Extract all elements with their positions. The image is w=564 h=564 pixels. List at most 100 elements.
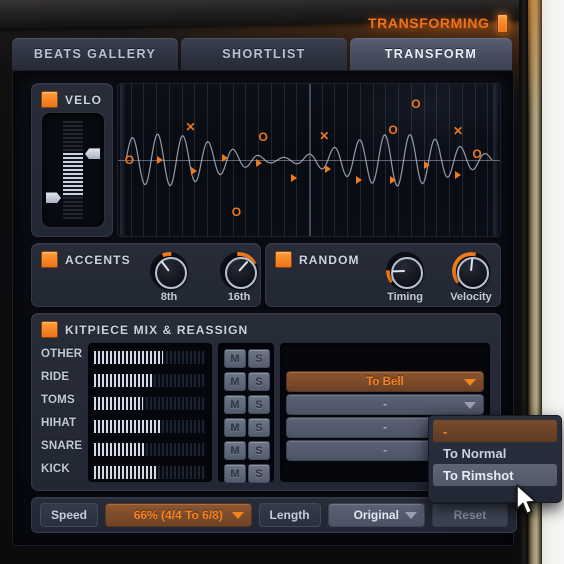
kitpiece-level-meter[interactable] bbox=[94, 420, 206, 433]
kitpiece-level-meter[interactable] bbox=[94, 466, 206, 479]
reassign-value: - bbox=[383, 444, 387, 457]
solo-button[interactable]: S bbox=[248, 372, 270, 391]
knob-velocity[interactable]: Velocity bbox=[444, 252, 498, 303]
tab-transform[interactable]: TRANSFORM bbox=[350, 38, 512, 70]
mute-button[interactable]: M bbox=[224, 464, 246, 483]
accents-title: ACCENTS bbox=[65, 252, 131, 267]
marker-circle[interactable]: O bbox=[411, 98, 420, 110]
marker-circle[interactable]: O bbox=[472, 148, 481, 160]
solo-button[interactable]: S bbox=[248, 418, 270, 437]
marker-circle[interactable]: O bbox=[125, 154, 134, 166]
marker-circle[interactable]: O bbox=[258, 131, 267, 143]
knob-8th[interactable]: 8th bbox=[142, 252, 196, 303]
marker-triangle[interactable] bbox=[290, 174, 297, 183]
chevron-down-icon bbox=[464, 378, 476, 386]
chevron-down-icon bbox=[464, 401, 476, 409]
reassign-value: - bbox=[383, 421, 387, 434]
mute-button[interactable]: M bbox=[224, 349, 246, 368]
kitpiece-row-label: SNARE bbox=[41, 439, 83, 452]
marker-triangle[interactable] bbox=[191, 166, 198, 175]
tab-beats-gallery[interactable]: BEATS GALLERY bbox=[12, 38, 178, 70]
marker-triangle[interactable] bbox=[424, 160, 431, 169]
length-value: Original bbox=[353, 508, 399, 522]
reassign-dropdown[interactable]: - bbox=[286, 394, 484, 415]
velo-enable-checkbox[interactable] bbox=[41, 91, 58, 108]
marker-triangle[interactable] bbox=[355, 175, 362, 184]
knob-16th[interactable]: 16th bbox=[212, 252, 266, 303]
reassign-dropdown[interactable]: To Bell bbox=[286, 371, 484, 392]
marker-triangle[interactable] bbox=[157, 156, 164, 164]
marker-cross[interactable]: ✕ bbox=[319, 130, 329, 142]
length-dropdown[interactable]: Original bbox=[327, 503, 425, 527]
velo-group: VELO bbox=[31, 83, 113, 237]
knob-8th-dial[interactable] bbox=[150, 252, 188, 290]
marker-cross[interactable]: ✕ bbox=[453, 125, 463, 137]
marker-triangle[interactable] bbox=[325, 165, 332, 174]
knob-timing[interactable]: Timing bbox=[378, 252, 432, 303]
mute-button[interactable]: M bbox=[224, 372, 246, 391]
kitpiece-row-label: KICK bbox=[41, 462, 70, 475]
velo-lower-handle[interactable] bbox=[46, 192, 61, 204]
right-rail-glow bbox=[528, 0, 543, 114]
solo-button[interactable]: S bbox=[248, 349, 270, 368]
menu-item-none[interactable]: - bbox=[433, 420, 557, 442]
accents-group: ACCENTS 8th 16th bbox=[31, 243, 261, 307]
mute-button[interactable]: M bbox=[224, 418, 246, 437]
velo-upper-handle[interactable] bbox=[85, 148, 100, 160]
length-label: Length bbox=[258, 503, 321, 527]
random-group: RANDOM Timing Velocity bbox=[265, 243, 501, 307]
kitpiece-level-meter[interactable] bbox=[94, 374, 206, 387]
mute-button[interactable]: M bbox=[224, 441, 246, 460]
display-center-line bbox=[118, 160, 500, 161]
marker-circle[interactable]: O bbox=[388, 124, 397, 136]
plugin-window: TRANSFORMING BEATS GALLERY SHORTLIST TRA… bbox=[0, 0, 564, 564]
kitpiece-mute-solo: MSMSMSMSMSMS bbox=[217, 342, 275, 483]
marker-triangle[interactable] bbox=[221, 154, 228, 163]
tab-shortlist[interactable]: SHORTLIST bbox=[181, 38, 347, 70]
speed-value: 66% (4/4 To 6/8) bbox=[133, 508, 223, 522]
marker-triangle[interactable] bbox=[390, 175, 397, 184]
solo-button[interactable]: S bbox=[248, 441, 270, 460]
marker-triangle[interactable] bbox=[454, 171, 461, 180]
random-header: RANDOM bbox=[275, 251, 360, 268]
accents-header: ACCENTS bbox=[41, 251, 131, 268]
knob-timing-dial[interactable] bbox=[386, 252, 424, 290]
mute-button[interactable]: M bbox=[224, 395, 246, 414]
menu-item-to-rimshot[interactable]: To Rimshot bbox=[433, 464, 557, 486]
solo-button[interactable]: S bbox=[248, 464, 270, 483]
kitpiece-level-meter[interactable] bbox=[94, 351, 206, 364]
meter-fill bbox=[94, 466, 158, 479]
kitpiece-level-meter[interactable] bbox=[94, 443, 206, 456]
speed-chevron-down-icon bbox=[231, 512, 244, 519]
transforming-status: TRANSFORMING bbox=[368, 12, 508, 34]
meter-fill bbox=[94, 443, 146, 456]
accents-enable-checkbox[interactable] bbox=[41, 251, 58, 268]
meter-fill bbox=[94, 351, 164, 364]
menu-item-to-normal[interactable]: To Normal bbox=[433, 442, 557, 464]
kitpiece-level-meter[interactable] bbox=[94, 397, 206, 410]
kitpiece-row-label: OTHER bbox=[41, 347, 83, 360]
random-title: RANDOM bbox=[299, 252, 360, 267]
marker-circle[interactable]: O bbox=[232, 206, 241, 218]
kitpiece-enable-checkbox[interactable] bbox=[41, 321, 58, 338]
knob-velocity-dial[interactable] bbox=[452, 252, 490, 290]
knob-velocity-label: Velocity bbox=[450, 291, 492, 303]
kitpiece-row-label: RIDE bbox=[41, 370, 70, 383]
random-enable-checkbox[interactable] bbox=[275, 251, 292, 268]
knob-16th-body bbox=[225, 257, 257, 289]
marker-triangle[interactable] bbox=[256, 159, 263, 168]
meter-fill bbox=[94, 420, 162, 433]
kitpiece-row-label: TOMS bbox=[41, 393, 75, 406]
velo-header: VELO bbox=[41, 91, 102, 108]
solo-button[interactable]: S bbox=[248, 395, 270, 414]
knob-16th-dial[interactable] bbox=[220, 252, 258, 290]
marker-cross[interactable]: ✕ bbox=[186, 121, 196, 133]
status-led-icon[interactable] bbox=[496, 13, 508, 33]
speed-dropdown[interactable]: 66% (4/4 To 6/8) bbox=[105, 503, 252, 527]
velo-range-slider[interactable] bbox=[41, 112, 105, 228]
kitpiece-row-labels: OTHER RIDE TOMS HIHAT SNARE KICK bbox=[41, 342, 83, 480]
kitpiece-row-label: HIHAT bbox=[41, 416, 77, 429]
velocity-curve-display[interactable]: O O O O O O ✕ ✕ ✕ bbox=[117, 83, 501, 237]
kitpiece-meters[interactable] bbox=[87, 342, 213, 483]
reset-button[interactable]: Reset bbox=[431, 503, 508, 527]
